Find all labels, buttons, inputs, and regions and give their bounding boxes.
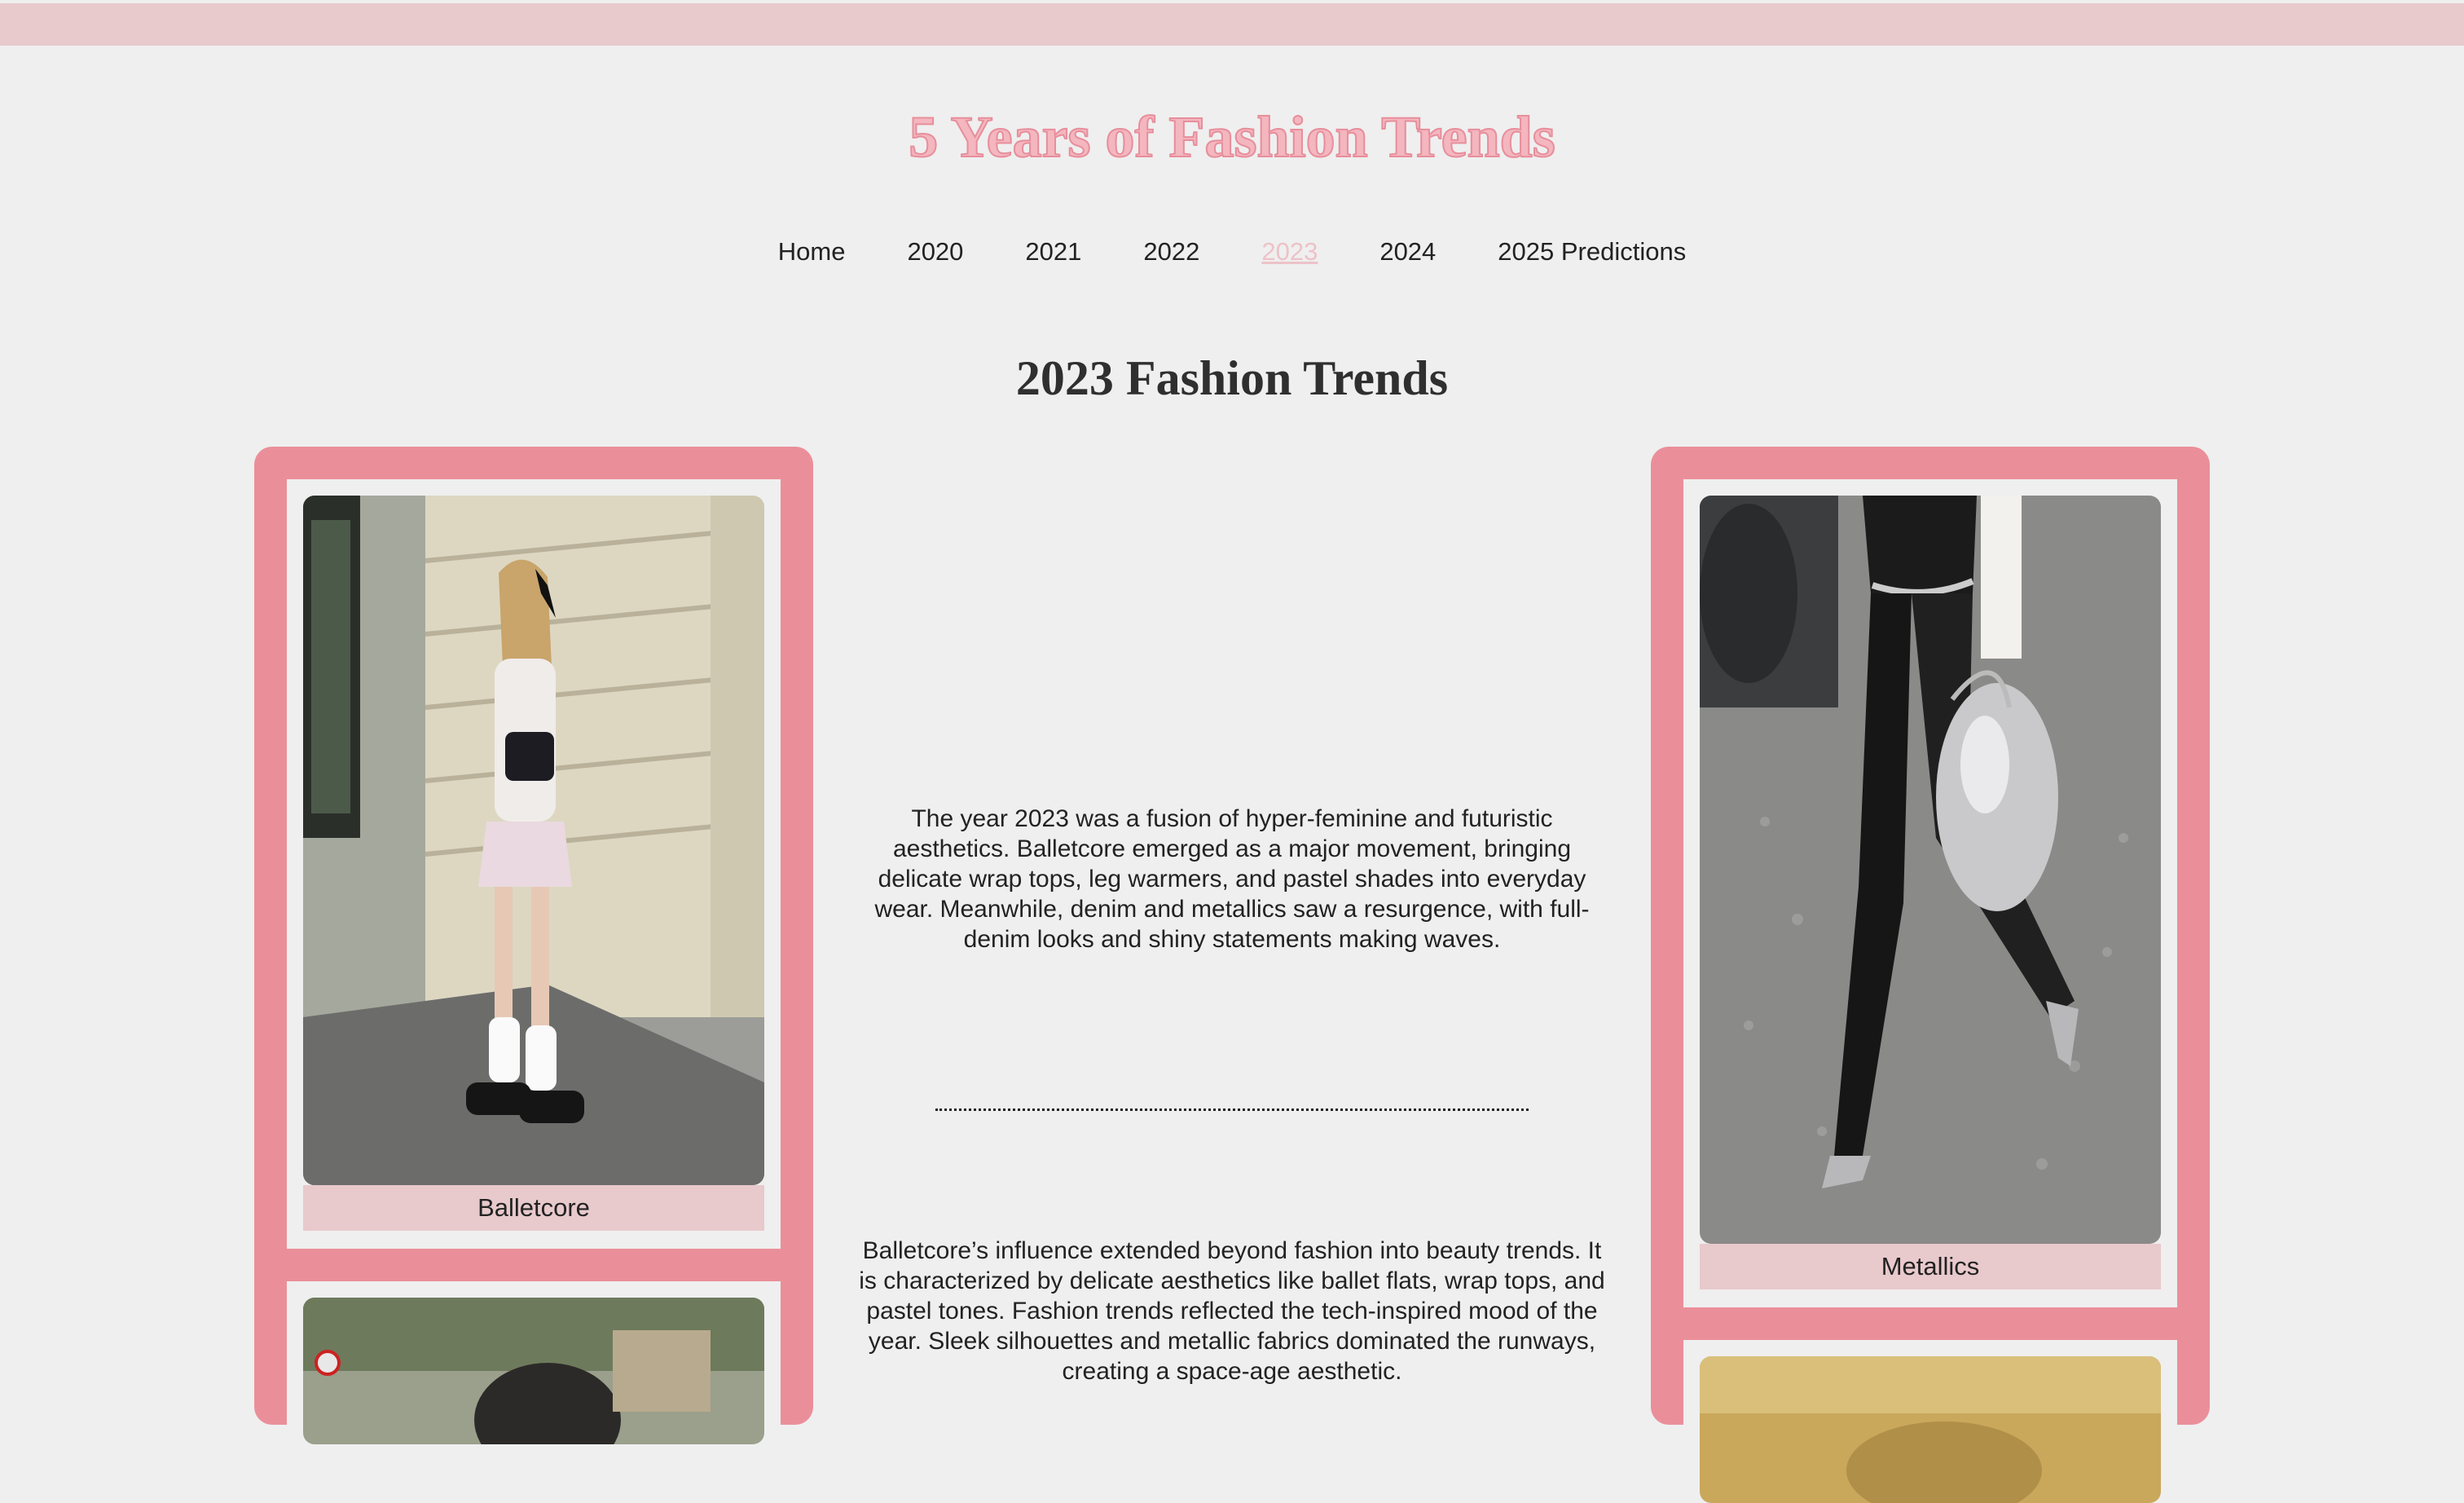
- page-heading: 2023 Fashion Trends: [1015, 351, 1449, 405]
- card-caption: Metallics: [1700, 1244, 2161, 1289]
- main-nav: Home 2020 2021 2022 2023 2024 2025 Predictions: [0, 231, 2464, 272]
- trend-card-metallics: Metallics: [1683, 479, 2177, 1307]
- balletcore-paragraph: Balletcore’s influence extended beyond f…: [859, 1237, 1605, 1385]
- site-title: 5 Years of Fashion Trends: [908, 104, 1555, 170]
- nav-2021[interactable]: 2021: [1025, 231, 1081, 272]
- nav-home[interactable]: Home: [778, 231, 846, 272]
- nav-2025-predictions[interactable]: 2025 Predictions: [1498, 231, 1686, 272]
- nav-2024[interactable]: 2024: [1379, 231, 1436, 272]
- card-caption: Balletcore: [303, 1185, 764, 1231]
- nav-2022[interactable]: 2022: [1143, 231, 1199, 272]
- third-trend-photo: [1700, 1356, 2161, 1503]
- trend-card-second: [287, 1281, 781, 1444]
- dotted-divider: [935, 1109, 1529, 1111]
- trend-card-fourth: [1683, 1340, 2177, 1503]
- right-trend-panel: Metallics: [1651, 447, 2210, 1503]
- second-trend-photo: [303, 1298, 764, 1444]
- nav-2023[interactable]: 2023: [1261, 231, 1318, 272]
- left-trend-panel: Balletcore: [254, 447, 813, 1444]
- top-banner-bar: [0, 3, 2464, 46]
- nav-2020[interactable]: 2020: [907, 231, 963, 272]
- metallics-photo: [1700, 496, 2161, 1244]
- balletcore-photo: [303, 496, 764, 1185]
- trend-card-balletcore: Balletcore: [287, 479, 781, 1249]
- intro-paragraph: The year 2023 was a fusion of hyper-femi…: [874, 805, 1590, 953]
